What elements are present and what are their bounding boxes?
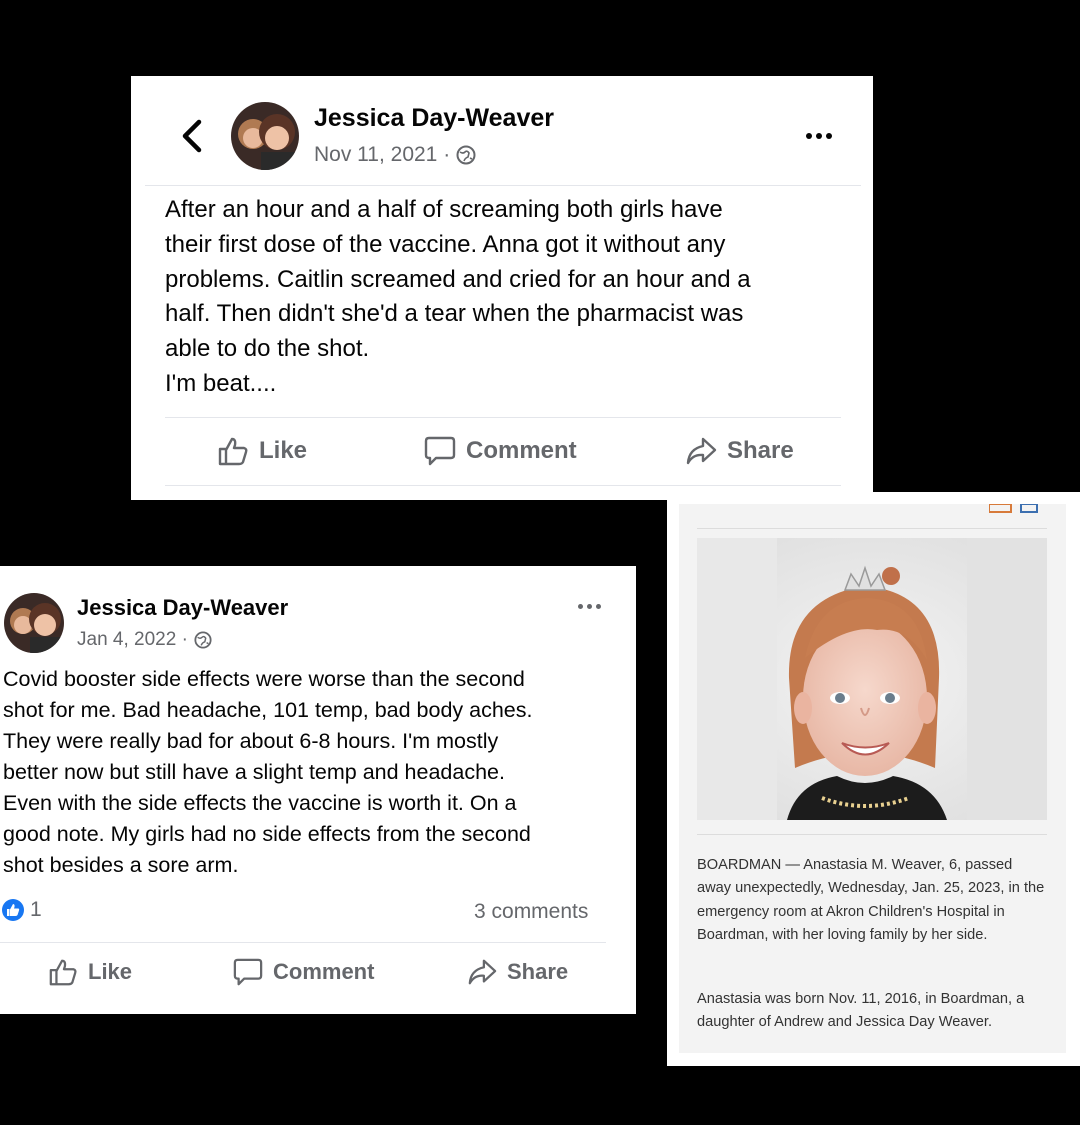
actions-top-divider [0, 942, 606, 943]
like-thumb-icon [49, 959, 77, 986]
comment-bubble-icon [424, 436, 456, 466]
obituary-mid-rule [697, 834, 1047, 835]
reactions-summary[interactable]: 1 [2, 898, 42, 922]
share-label: Share [727, 437, 794, 464]
share-label: Share [507, 959, 569, 984]
author-avatar[interactable] [231, 102, 299, 170]
post-body: After an hour and a half of screaming bo… [165, 196, 751, 397]
author-name[interactable]: Jessica Day-Weaver [314, 104, 554, 133]
header-divider [145, 185, 861, 186]
share-button[interactable]: Share [467, 957, 568, 987]
facebook-post-jan-2022: Jessica Day-Weaver Jan 4, 2022 · Covid b… [0, 566, 636, 1014]
more-options-icon[interactable] [806, 133, 832, 139]
obituary-top-rule [697, 528, 1047, 529]
share-arrow-icon [468, 959, 497, 985]
globe-icon [194, 631, 212, 649]
email-print-icons [989, 504, 1038, 513]
like-label: Like [259, 437, 308, 464]
actions-top-divider [165, 417, 841, 418]
facebook-post-nov-2021: Jessica Day-Weaver Nov 11, 2021 · After … [131, 76, 873, 500]
comment-label: Comment [273, 959, 375, 984]
post-date-text: Nov 11, 2021 · [314, 143, 451, 166]
post-date: Jan 4, 2022 · [77, 629, 212, 651]
globe-icon [456, 145, 476, 165]
author-avatar[interactable] [4, 593, 64, 653]
comment-bubble-icon [233, 958, 263, 986]
more-options-icon[interactable] [578, 604, 601, 609]
comment-button[interactable]: Comment [424, 435, 577, 467]
share-button[interactable]: Share [685, 435, 794, 467]
comments-count[interactable]: 3 comments [474, 900, 588, 924]
obituary-panel: BOARDMAN — Anastasia M. Weaver, 6, passe… [679, 504, 1066, 1053]
obituary-paragraph-1: BOARDMAN — Anastasia M. Weaver, 6, passe… [697, 857, 1045, 944]
like-reaction-icon [2, 899, 24, 921]
obituary-paragraph-2: Anastasia was born Nov. 11, 2016, in Boa… [697, 991, 1025, 1031]
like-thumb-icon [218, 437, 248, 466]
reactions-count: 1 [30, 898, 42, 921]
actions-bottom-divider [165, 485, 841, 486]
post-body: Covid booster side effects were worse th… [3, 667, 533, 877]
share-arrow-icon [686, 437, 717, 465]
like-label: Like [88, 959, 133, 984]
obituary-photo [697, 538, 1047, 820]
obituary-clipping: BOARDMAN — Anastasia M. Weaver, 6, passe… [667, 492, 1080, 1066]
like-button[interactable]: Like [48, 957, 132, 987]
post-date-text: Jan 4, 2022 · [77, 629, 188, 650]
back-chevron-icon[interactable] [177, 116, 207, 156]
like-button[interactable]: Like [217, 435, 307, 467]
comment-button[interactable]: Comment [233, 957, 374, 987]
post-date: Nov 11, 2021 · [314, 143, 476, 167]
comment-label: Comment [466, 437, 577, 464]
author-name[interactable]: Jessica Day-Weaver [77, 595, 288, 621]
